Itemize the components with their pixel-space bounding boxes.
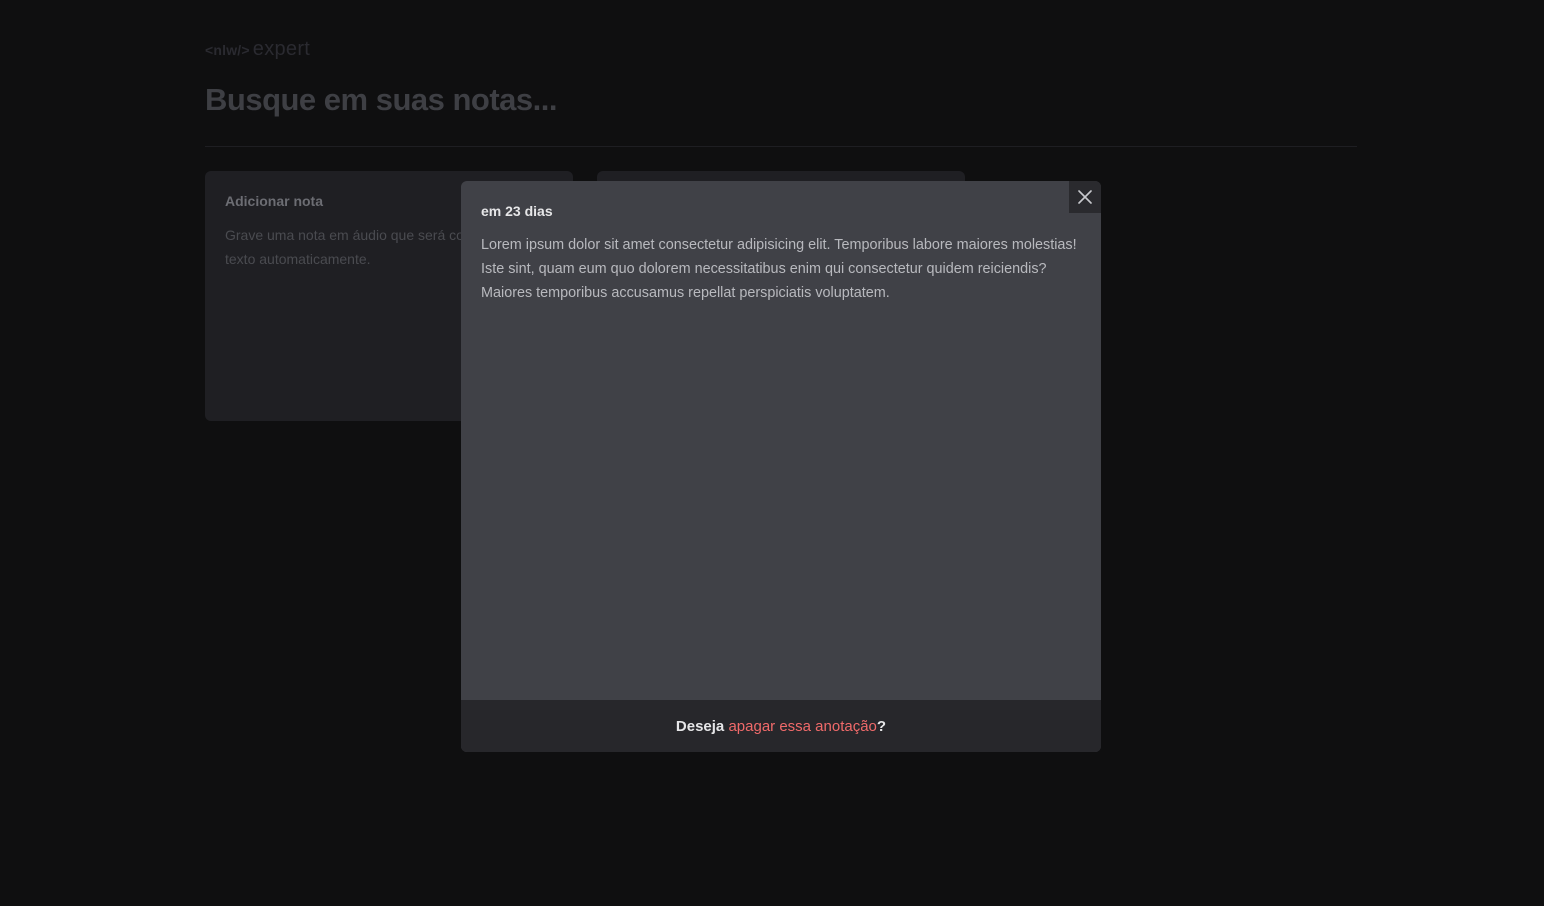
note-date: em 23 dias: [481, 203, 553, 219]
delete-note-button[interactable]: Deseja apagar essa anotação ?: [461, 700, 1101, 752]
close-icon: [1078, 190, 1092, 204]
note-modal: em 23 dias Lorem ipsum dolor sit amet co…: [461, 181, 1101, 752]
close-button[interactable]: [1069, 181, 1101, 213]
delete-prefix: Deseja: [675, 717, 729, 735]
delete-suffix: ?: [876, 717, 887, 735]
delete-link[interactable]: apagar essa anotação: [728, 718, 876, 735]
modal-body: em 23 dias Lorem ipsum dolor sit amet co…: [461, 181, 1101, 700]
note-content: Lorem ipsum dolor sit amet consectetur a…: [481, 237, 1077, 301]
